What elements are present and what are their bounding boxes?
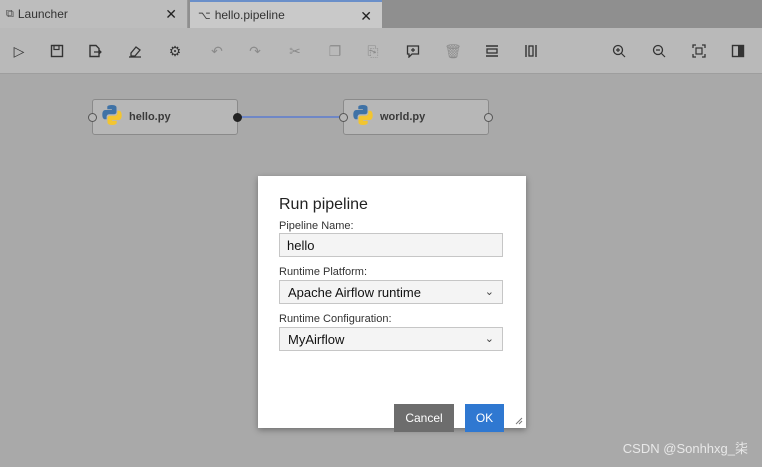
- cancel-button[interactable]: Cancel: [394, 404, 454, 432]
- tab-bar: ⧉ Launcher ✕ ⌥ hello.pipeline ✕: [0, 0, 762, 28]
- arrange-horizontal-icon[interactable]: [483, 42, 501, 60]
- fit-to-screen-icon[interactable]: [690, 42, 708, 60]
- python-icon: [101, 104, 123, 131]
- resize-handle-icon[interactable]: [513, 415, 523, 425]
- python-icon: [352, 104, 374, 131]
- run-icon[interactable]: ▷: [10, 42, 28, 60]
- node-label: world.py: [380, 111, 426, 123]
- pipeline-toolbar: ▷ ⚙ ↶ ↷ ✂ ❐ ⎘ 🗑: [0, 28, 762, 74]
- arrange-vertical-icon[interactable]: [522, 42, 540, 60]
- pipeline-icon: ⌥: [198, 9, 211, 22]
- tab-label: hello.pipeline: [214, 8, 285, 22]
- close-icon[interactable]: ✕: [360, 8, 372, 25]
- output-port[interactable]: [233, 113, 242, 122]
- tab-hello-pipeline[interactable]: ⌥ hello.pipeline ✕: [190, 0, 382, 28]
- clear-icon[interactable]: [126, 42, 144, 60]
- runtime-platform-value: Apache Airflow runtime: [288, 285, 421, 300]
- output-port[interactable]: [484, 113, 493, 122]
- node-label: hello.py: [129, 111, 171, 123]
- close-icon[interactable]: ✕: [165, 6, 177, 23]
- chevron-down-icon: ⌄: [484, 333, 494, 345]
- runtimes-icon[interactable]: ⚙: [166, 42, 184, 60]
- tab-label: Launcher: [17, 7, 68, 21]
- pipeline-name-input[interactable]: [279, 233, 503, 257]
- chevron-down-icon: ⌄: [484, 286, 494, 298]
- node-link[interactable]: [240, 116, 342, 118]
- paste-icon[interactable]: ⎘: [364, 42, 382, 60]
- runtime-configuration-select[interactable]: MyAirflow ⌄: [279, 327, 503, 351]
- delete-icon[interactable]: 🗑: [444, 42, 462, 60]
- zoom-in-icon[interactable]: [610, 42, 628, 60]
- add-comment-icon[interactable]: [404, 42, 422, 60]
- node-world[interactable]: world.py: [339, 99, 493, 135]
- input-port[interactable]: [88, 113, 97, 122]
- zoom-out-icon[interactable]: [650, 42, 668, 60]
- cut-icon[interactable]: ✂: [286, 42, 304, 60]
- runtime-configuration-label: Runtime Configuration:: [279, 313, 392, 325]
- runtime-platform-label: Runtime Platform:: [279, 266, 368, 278]
- dialog-title: Run pipeline: [279, 196, 368, 213]
- pipeline-name-label: Pipeline Name:: [279, 220, 354, 232]
- save-icon[interactable]: [48, 42, 66, 60]
- runtime-platform-select[interactable]: Apache Airflow runtime ⌄: [279, 280, 503, 304]
- redo-icon[interactable]: ↷: [246, 42, 264, 60]
- undo-icon[interactable]: ↶: [208, 42, 226, 60]
- node-hello[interactable]: hello.py: [88, 99, 242, 135]
- ok-button[interactable]: OK: [465, 404, 504, 432]
- export-icon[interactable]: [86, 42, 104, 60]
- properties-panel-icon[interactable]: [729, 42, 747, 60]
- tab-launcher[interactable]: ⧉ Launcher ✕: [0, 0, 188, 28]
- watermark: CSDN @Sonhhxg_柒: [622, 441, 748, 456]
- runtime-configuration-value: MyAirflow: [288, 332, 345, 347]
- run-pipeline-dialog: Run pipeline Pipeline Name: Runtime Plat…: [258, 176, 526, 432]
- input-port[interactable]: [339, 113, 348, 122]
- copy-icon[interactable]: ❐: [326, 42, 344, 60]
- launcher-icon: ⧉: [6, 7, 14, 20]
